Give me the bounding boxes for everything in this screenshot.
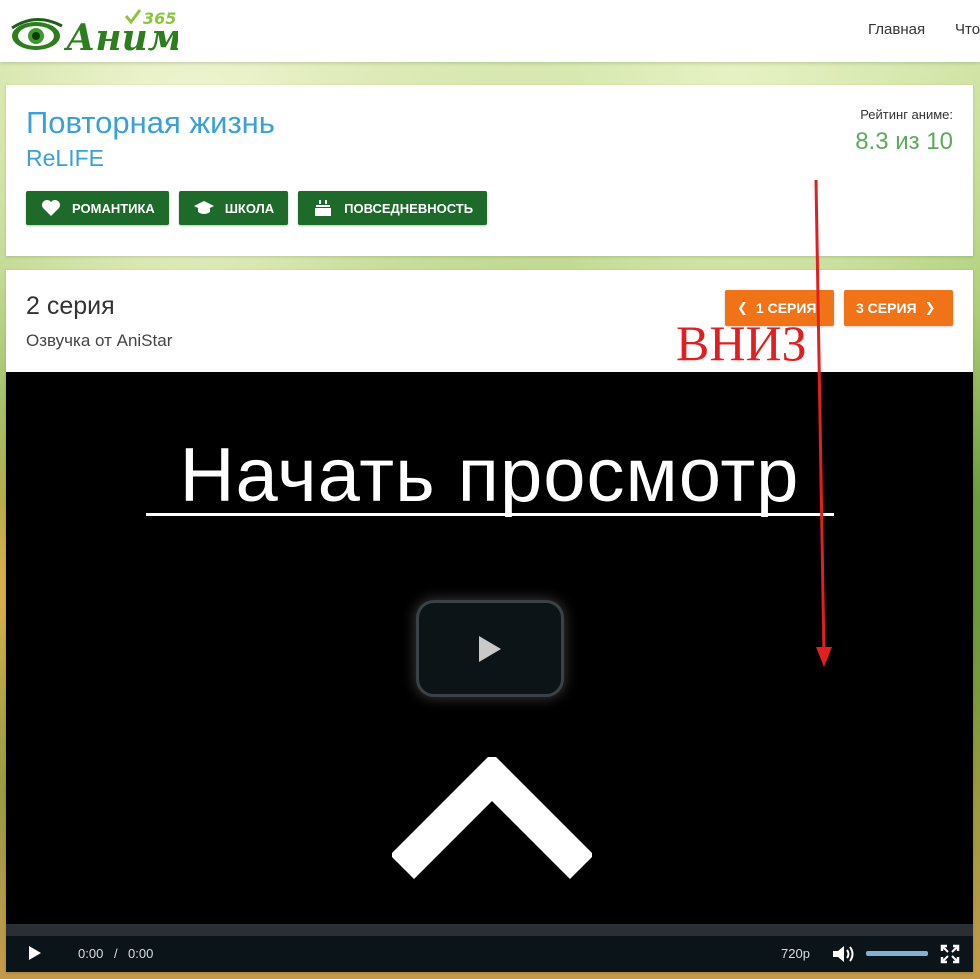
genre-label: ПОВСЕДНЕВНОСТЬ — [344, 200, 474, 216]
chevron-up-icon — [392, 757, 592, 880]
episode-title: 2 серия — [26, 292, 115, 320]
nav-what[interactable]: Что — [955, 21, 980, 38]
annotation-down-text: ВНИЗ — [676, 315, 807, 371]
logo-graphic: Аниме 365 — [11, 9, 205, 59]
chevron-left-icon: ❮ — [737, 300, 748, 315]
graduation-cap-icon — [193, 199, 215, 217]
heart-icon — [40, 199, 62, 217]
quality-selector[interactable]: 720p — [781, 946, 810, 961]
genre-school-button[interactable]: ШКОЛА — [178, 191, 289, 225]
nav-home[interactable]: Главная — [868, 21, 925, 38]
logo-superscript: 365 — [143, 9, 176, 28]
time-separator: / — [114, 946, 118, 961]
cake-icon — [312, 199, 334, 217]
play-icon — [479, 635, 501, 662]
progress-bar[interactable] — [6, 924, 973, 936]
rating-label: Рейтинг аниме: — [860, 107, 953, 122]
genre-romance-button[interactable]: РОМАНТИКА — [26, 191, 169, 225]
player-controls: 0:00 / 0:00 720p — [6, 936, 973, 972]
top-navbar: Аниме 365 Главная Что — [0, 0, 980, 62]
site-logo[interactable]: Аниме 365 — [8, 6, 205, 59]
anime-title-ru: Повторная жизнь — [26, 105, 275, 140]
volume-icon[interactable] — [832, 944, 856, 964]
duration: 0:00 — [128, 946, 154, 961]
next-episode-label: 3 СЕРИЯ — [856, 300, 917, 316]
volume-slider[interactable] — [866, 951, 928, 956]
annotation-arrow-icon — [814, 179, 832, 667]
next-episode-button[interactable]: 3 СЕРИЯ ❯ — [844, 290, 953, 326]
rating-value: 8.3 из 10 — [855, 128, 953, 155]
episode-voiceover: Озвучка от AniStar — [26, 331, 173, 350]
start-watching-underline — [146, 513, 834, 516]
anime-title-en: ReLIFE — [26, 145, 104, 171]
genre-everyday-button[interactable]: ПОВСЕДНЕВНОСТЬ — [298, 191, 488, 225]
current-time: 0:00 — [78, 946, 104, 961]
big-play-button[interactable] — [416, 600, 564, 697]
genre-label: ШКОЛА — [224, 200, 275, 216]
fullscreen-icon[interactable] — [940, 944, 960, 964]
play-icon[interactable] — [28, 945, 42, 961]
genre-list: РОМАНТИКА ШКОЛА ПОВСЕДНЕВНОСТЬ — [26, 191, 488, 225]
chevron-right-icon: ❯ — [924, 300, 936, 315]
genre-label: РОМАНТИКА — [72, 200, 155, 216]
